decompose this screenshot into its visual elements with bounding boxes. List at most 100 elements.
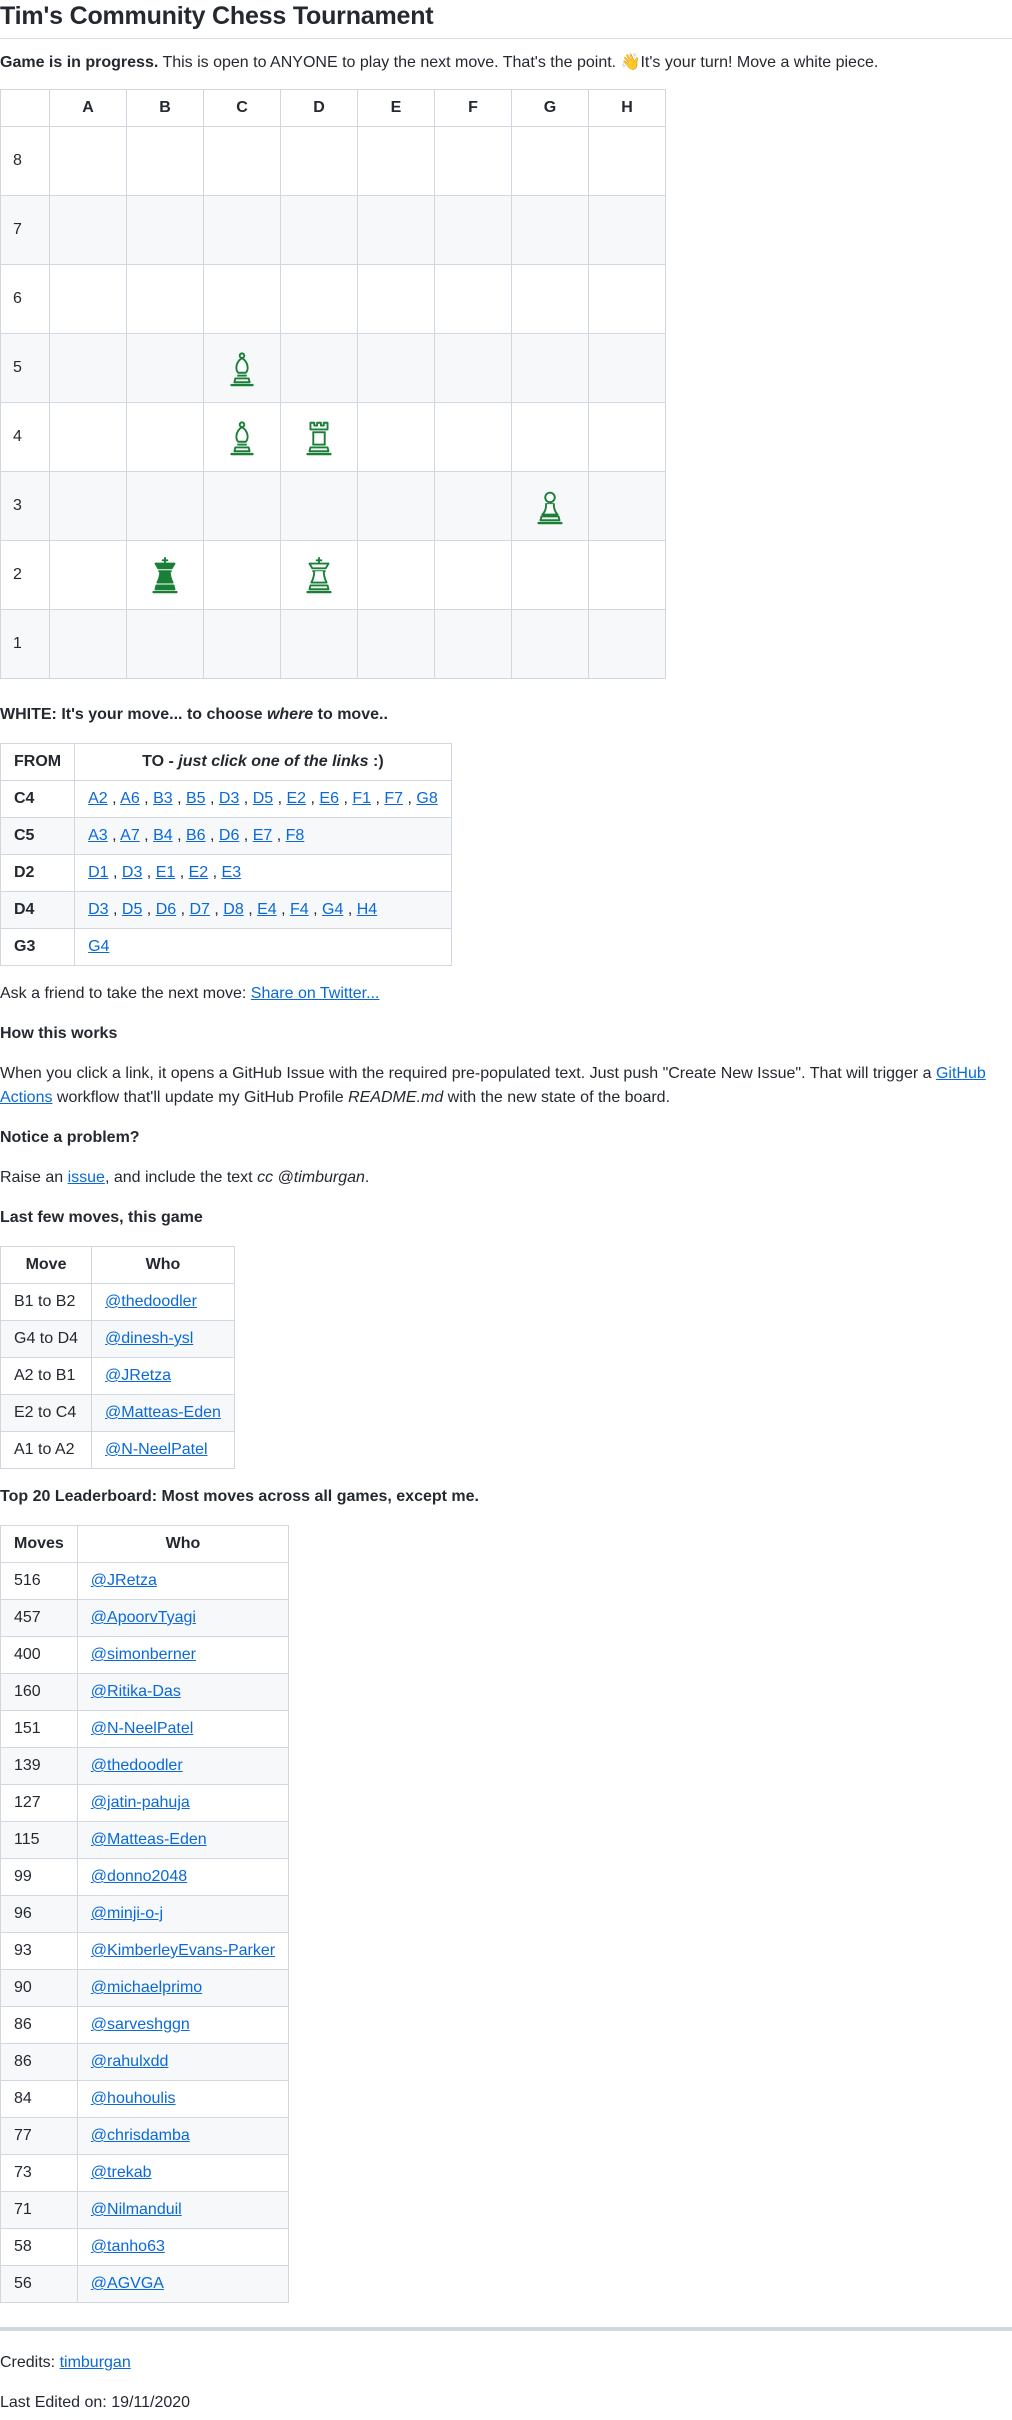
- square-b2: [126, 540, 204, 610]
- user-link[interactable]: @Nilmanduil: [91, 2201, 182, 2218]
- move-to-link[interactable]: A3: [88, 827, 108, 844]
- user-link[interactable]: @dinesh-ysl: [105, 1330, 193, 1347]
- move-to-link[interactable]: G4: [88, 938, 109, 955]
- move-to-link[interactable]: B3: [153, 790, 173, 807]
- square-d7: [280, 195, 358, 265]
- turn-text: It's your turn! Move a white piece.: [640, 54, 879, 71]
- move-to-link[interactable]: D5: [253, 790, 273, 807]
- square-b5: [126, 333, 204, 403]
- square-h5: [588, 333, 666, 403]
- user-link[interactable]: @N-NeelPatel: [105, 1441, 208, 1458]
- move-to-link[interactable]: A6: [120, 790, 140, 807]
- move-to-link[interactable]: D6: [156, 901, 176, 918]
- leaderboard-row: 58 @tanho63: [0, 2228, 290, 2266]
- user-link[interactable]: @thedoodler: [105, 1293, 197, 1310]
- move-to-link[interactable]: F4: [290, 901, 309, 918]
- move-to-link[interactable]: E2: [189, 864, 209, 881]
- move-separator: ,: [403, 790, 417, 807]
- user-link[interactable]: @Matteas-Eden: [105, 1404, 221, 1421]
- white-bishop-icon: [204, 417, 280, 457]
- move-separator: ,: [209, 901, 224, 918]
- square-f4: [434, 402, 512, 472]
- user-link[interactable]: @michaelprimo: [91, 1979, 202, 1996]
- square-e4: [357, 402, 435, 472]
- move-to-link[interactable]: G4: [322, 901, 343, 918]
- move-to-link[interactable]: D3: [88, 901, 108, 918]
- move-to-link[interactable]: F7: [384, 790, 403, 807]
- user-link[interactable]: @sarveshggn: [91, 2016, 190, 2033]
- user-link[interactable]: @trekab: [91, 2164, 152, 2181]
- user-link[interactable]: @AGVGA: [91, 2275, 164, 2292]
- move-to-link[interactable]: D3: [122, 864, 142, 881]
- credits-link[interactable]: timburgan: [60, 2354, 131, 2371]
- move-separator: ,: [107, 827, 121, 844]
- square-f1: [434, 609, 512, 679]
- move-to-link[interactable]: D5: [122, 901, 142, 918]
- move-separator: ,: [142, 901, 156, 918]
- user-link[interactable]: @Ritika-Das: [91, 1683, 181, 1700]
- last-move-who: @JRetza: [91, 1357, 235, 1395]
- square-b8: [126, 126, 204, 196]
- square-g1: [511, 609, 589, 679]
- move-to-link[interactable]: A7: [120, 827, 140, 844]
- move-to-link[interactable]: D1: [88, 864, 108, 881]
- move-to-link[interactable]: E2: [287, 790, 307, 807]
- readme-filename: README.md: [348, 1089, 444, 1106]
- move-from-square: D4: [0, 891, 76, 929]
- move-to-links: A2 , A6 , B3 , B5 , D3 , D5 , E2 , E6 , …: [74, 780, 452, 818]
- last-moves-heading: Last few moves, this game: [0, 1209, 203, 1226]
- move-to-link[interactable]: G8: [416, 790, 437, 807]
- user-link[interactable]: @tanho63: [91, 2238, 165, 2255]
- problem-text: Raise an issue, and include the text cc …: [0, 1166, 1012, 1190]
- move-separator: ,: [175, 864, 189, 881]
- move-from-square: C5: [0, 817, 76, 855]
- move-to-link[interactable]: E4: [257, 901, 277, 918]
- user-link[interactable]: @jatin-pahuja: [91, 1794, 190, 1811]
- user-link[interactable]: @donno2048: [91, 1868, 187, 1885]
- game-status-text: Game is in progress. This is open to ANY…: [0, 51, 1012, 75]
- move-to-link[interactable]: E6: [319, 790, 339, 807]
- board-file-header: ABCDEFGH: [0, 89, 666, 127]
- actions-link[interactable]: Actions: [0, 1089, 52, 1106]
- move-to-link[interactable]: E3: [222, 864, 242, 881]
- issue-link[interactable]: issue: [68, 1169, 105, 1186]
- move-to-link[interactable]: B4: [153, 827, 173, 844]
- move-to-link[interactable]: F8: [286, 827, 305, 844]
- user-link[interactable]: @thedoodler: [91, 1757, 183, 1774]
- user-link[interactable]: @chrisdamba: [91, 2127, 190, 2144]
- user-link[interactable]: @rahulxdd: [91, 2053, 169, 2070]
- file-label: C: [203, 89, 281, 127]
- move-to-link[interactable]: D7: [190, 901, 210, 918]
- leaderboard-moves: 56: [0, 2265, 78, 2303]
- user-link[interactable]: @N-NeelPatel: [91, 1720, 194, 1737]
- move-to-link[interactable]: D3: [219, 790, 239, 807]
- user-link[interactable]: @KimberleyEvans-Parker: [91, 1942, 275, 1959]
- leaderboard-moves: 139: [0, 1747, 78, 1785]
- rank-label: 6: [0, 264, 50, 334]
- move-to-link[interactable]: H4: [357, 901, 377, 918]
- user-link[interactable]: @JRetza: [91, 1572, 157, 1589]
- user-link[interactable]: @Matteas-Eden: [91, 1831, 207, 1848]
- user-link[interactable]: @simonberner: [91, 1646, 196, 1663]
- user-link[interactable]: @ApoorvTyagi: [91, 1609, 196, 1626]
- move-to-link[interactable]: E1: [156, 864, 176, 881]
- last-move-move: B1 to B2: [0, 1283, 93, 1321]
- move-to-link[interactable]: F1: [352, 790, 371, 807]
- move-to-link[interactable]: B6: [186, 827, 206, 844]
- leaderboard-table: Moves Who 516 @JRetza 457 @ApoorvTyagi 400 @s…: [0, 1525, 290, 2303]
- square-a1: [49, 609, 127, 679]
- share-twitter-link[interactable]: Share on Twitter...: [251, 985, 380, 1002]
- github-link[interactable]: GitHub: [936, 1065, 986, 1082]
- user-link[interactable]: @houhoulis: [91, 2090, 176, 2107]
- user-link[interactable]: @minji-o-j: [91, 1905, 163, 1922]
- user-link[interactable]: @JRetza: [105, 1367, 171, 1384]
- move-to-link[interactable]: D6: [219, 827, 239, 844]
- rank-label: 4: [0, 402, 50, 472]
- move-to-link[interactable]: A2: [88, 790, 108, 807]
- move-to-link[interactable]: B5: [186, 790, 206, 807]
- leaderboard-who: @N-NeelPatel: [76, 1710, 290, 1748]
- move-to-link[interactable]: E7: [253, 827, 273, 844]
- move-to-link[interactable]: D8: [223, 901, 243, 918]
- leaderboard-row: 139 @thedoodler: [0, 1747, 290, 1785]
- leaderboard-moves: 99: [0, 1858, 78, 1896]
